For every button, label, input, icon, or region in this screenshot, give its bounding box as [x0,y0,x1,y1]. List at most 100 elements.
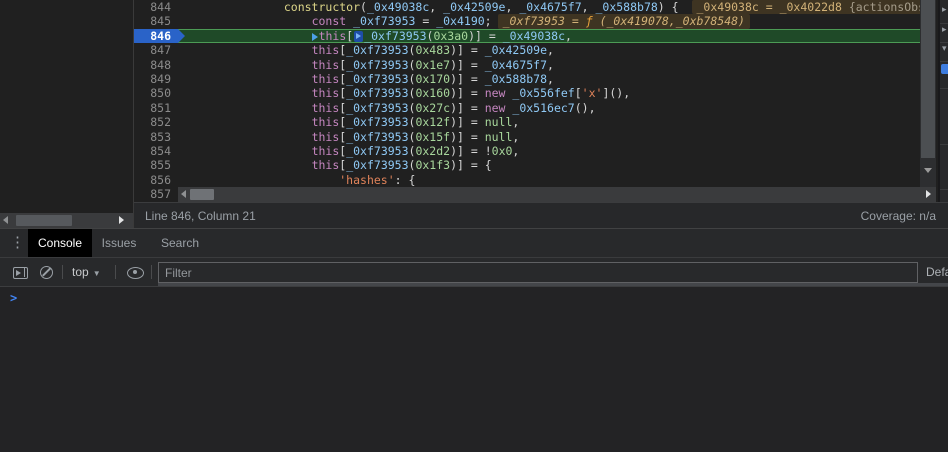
code-line[interactable]: 850 this[_0xf73953(0x160)] = new _0x556f… [134,86,920,100]
token: _0xf73953 [364,29,426,43]
code-text[interactable]: 'hashes': { [178,173,920,187]
editor-vscrollbar[interactable] [920,0,936,187]
code-text[interactable]: this[_0xf73953(0x2d2)] = !0x0, [178,144,920,158]
divider [940,61,948,62]
live-expression-eye-icon[interactable] [127,267,143,278]
divider [115,265,116,279]
code-editor[interactable]: 844 constructor(_0x49038c, _0x42509e, _0… [134,0,920,187]
line-number[interactable]: 856 [134,173,178,187]
code-line[interactable]: 852 this[_0xf73953(0x12f)] = null, [134,115,920,129]
divider [151,265,152,279]
code-text[interactable]: this[_0xf73953(0x3a0)] = _0x49038c, [178,29,920,43]
scroll-right-icon[interactable] [926,190,931,198]
token: 0x3a0 [433,29,468,43]
line-number[interactable]: 844 [134,0,178,14]
code-line-current[interactable]: 846 this[_0xf73953(0x3a0)] = _0x49038c, [134,29,920,43]
inline-breakpoint-marker-icon[interactable] [354,31,363,42]
code-line[interactable]: 854 this[_0xf73953(0x2d2)] = !0x0, [134,144,920,158]
token [180,0,284,14]
token: 0x2d2 [415,144,450,158]
token: _0xf73953 [346,86,408,100]
line-number[interactable]: 855 [134,158,178,172]
code-text[interactable]: this[_0xf73953(0x1e7)] = _0x4675f7, [178,58,920,72]
code-text[interactable]: this[_0xf73953(0x160)] = new _0x556fef['… [178,86,920,100]
chevron-down-icon[interactable]: ▾ [942,44,947,53]
code-line[interactable]: 853 this[_0xf73953(0x15f)] = null, [134,130,920,144]
line-number[interactable]: 850 [134,86,178,100]
code-text[interactable]: this[_0xf73953(0x12f)] = null, [178,115,920,129]
code-text[interactable]: this[_0xf73953(0x15f)] = null, [178,130,920,144]
token: _0x588b78 [595,0,657,14]
token: ! [485,144,492,158]
javascript-context-selector[interactable]: top▼ [72,265,101,279]
navigator-hscrollbar[interactable] [0,213,133,228]
token: _0x42509e [443,0,505,14]
default-levels-dropdown[interactable]: Defa [926,265,948,279]
line-number[interactable]: 849 [134,72,178,86]
line-number-857[interactable]: 857 [134,187,178,202]
status-bar: Line 846, Column 21 Coverage: n/a [134,202,948,228]
navigator-hscrollbar-thumb[interactable] [16,215,72,226]
code-text[interactable]: this[_0xf73953(0x170)] = _0x588b78, [178,72,920,86]
token [180,115,312,129]
token: this [312,144,340,158]
code-line[interactable]: 849 this[_0xf73953(0x170)] = _0x588b78, [134,72,920,86]
scroll-left-icon[interactable] [181,190,186,198]
code-line[interactable]: 847 this[_0xf73953(0x483)] = _0x42509e, [134,43,920,57]
code-line[interactable]: 855 this[_0xf73953(0x1f3)] = { [134,158,920,172]
code-text[interactable]: const _0xf73953 = _0x4190;_0xf73953 = ƒ … [178,14,920,28]
breakpoint-checkbox[interactable] [941,64,948,74]
line-number[interactable]: 854 [134,144,178,158]
divider [940,189,948,190]
token: , [565,29,572,43]
scroll-down-icon[interactable] [924,168,932,173]
line-number[interactable]: 851 [134,101,178,115]
line-number[interactable]: 853 [134,130,178,144]
code-text[interactable]: this[_0xf73953(0x27c)] = new _0x516ec7()… [178,101,920,115]
code-line[interactable]: 856 'hashes': { [134,173,920,187]
editor-hscrollbar-thumb[interactable] [190,189,214,200]
chevron-right-icon[interactable]: ▸ [942,25,947,34]
divider [940,23,948,24]
code-line[interactable]: 845 const _0xf73953 = _0x4190;_0xf73953 … [134,14,920,28]
debugger-rail: ▸ ▸ ▾ [938,0,948,228]
token: _0x4675f7 [485,58,547,72]
token: _0xf73953 [346,130,408,144]
console-prompt-chevron-icon[interactable]: > [10,291,17,305]
line-number[interactable]: 845 [134,14,178,28]
code-text[interactable]: this[_0xf73953(0x1f3)] = { [178,158,920,172]
editor-vscrollbar-thumb[interactable] [921,0,935,158]
token: 0x0 [492,144,513,158]
token: )] = [450,43,485,57]
token: 0x483 [415,43,450,57]
show-console-sidebar-icon[interactable] [13,267,28,279]
token: new [485,101,513,115]
code-line[interactable]: 844 constructor(_0x49038c, _0x42509e, _0… [134,0,920,14]
execution-position-icon[interactable] [312,33,318,41]
filter-input[interactable] [158,262,918,283]
code-line[interactable]: 848 this[_0xf73953(0x1e7)] = _0x4675f7, [134,58,920,72]
code-line[interactable]: 851 this[_0xf73953(0x27c)] = new _0x516e… [134,101,920,115]
token: 0x170 [415,72,450,86]
line-number[interactable]: 852 [134,115,178,129]
kebab-menu-icon[interactable]: ⋮ [10,235,25,250]
inline-value-hint: _0x49038c = _0x4022d8 {actionsObserve [692,0,921,14]
line-number[interactable]: 846 [134,29,178,43]
line-number[interactable]: 848 [134,58,178,72]
token [180,43,312,57]
console-drawer: ⋮ Console Issues Search top▼ Defa > [0,228,948,452]
clear-console-icon[interactable] [40,266,53,279]
chevron-right-icon[interactable]: ▸ [942,5,947,14]
tab-console[interactable]: Console [28,229,92,257]
token: [ [575,86,582,100]
editor-hscrollbar[interactable] [178,187,936,202]
scroll-right-icon[interactable] [119,216,124,224]
code-text[interactable]: this[_0xf73953(0x483)] = _0x42509e, [178,43,920,57]
token: , [429,0,443,14]
tab-search[interactable]: Search [152,229,208,257]
tab-issues[interactable]: Issues [96,229,142,257]
scroll-left-icon[interactable] [3,216,8,224]
console-messages-area[interactable]: > [0,286,948,452]
code-text[interactable]: constructor(_0x49038c, _0x42509e, _0x467… [178,0,920,14]
line-number[interactable]: 847 [134,43,178,57]
